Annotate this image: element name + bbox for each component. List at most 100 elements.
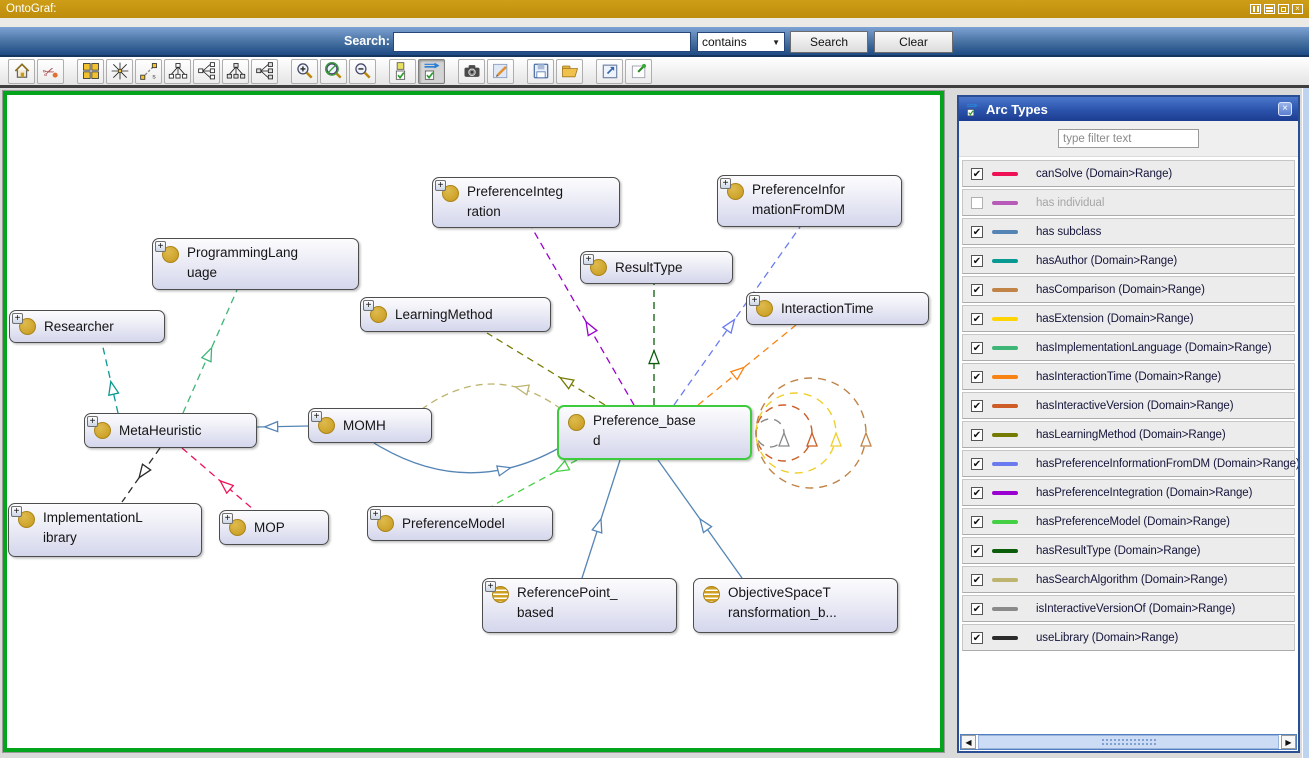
arc-type-checkbox[interactable]: ✔ bbox=[971, 603, 983, 615]
arc-type-row[interactable]: ✔hasPreferenceModel (Domain>Range) bbox=[962, 508, 1295, 535]
export-button[interactable] bbox=[596, 59, 623, 84]
expand-icon[interactable]: + bbox=[435, 180, 446, 191]
arc-type-row[interactable]: ✔hasExtension (Domain>Range) bbox=[962, 305, 1295, 332]
arc-type-row[interactable]: ✔hasResultType (Domain>Range) bbox=[962, 537, 1295, 564]
arc-type-checkbox[interactable]: ✔ bbox=[971, 226, 983, 238]
save-button[interactable] bbox=[527, 59, 554, 84]
node-preference-based[interactable]: Preference_based bbox=[557, 405, 752, 460]
scroll-right-icon[interactable]: ▶ bbox=[1281, 735, 1296, 749]
node-objective-space-transformation[interactable]: ObjectiveSpaceTransformation_b... bbox=[693, 578, 898, 633]
arc-type-row[interactable]: ✔hasAuthor (Domain>Range) bbox=[962, 247, 1295, 274]
edit-layout-button[interactable] bbox=[487, 59, 514, 84]
arc-type-row[interactable]: ✔hasSearchAlgorithm (Domain>Range) bbox=[962, 566, 1295, 593]
horizontal-scrollbar[interactable]: ◀ ▶ bbox=[960, 734, 1297, 750]
minimize-icon[interactable] bbox=[1264, 4, 1275, 14]
home-button[interactable] bbox=[8, 59, 35, 84]
arc-type-row[interactable]: ✔hasPreferenceIntegration (Domain>Range) bbox=[962, 479, 1295, 506]
tree-vertical-alpha-button[interactable] bbox=[222, 59, 249, 84]
close-icon[interactable]: × bbox=[1278, 102, 1292, 116]
arc-type-row[interactable]: ✔hasInteractionTime (Domain>Range) bbox=[962, 363, 1295, 390]
arc-type-row[interactable]: ✔hasPreferenceInformationFromDM (Domain>… bbox=[962, 450, 1295, 477]
arc-type-checkbox[interactable]: ✔ bbox=[971, 487, 983, 499]
arc-type-checkbox[interactable]: ✔ bbox=[971, 313, 983, 325]
node-reference-point-based[interactable]: +ReferencePoint_based bbox=[482, 578, 677, 633]
expand-icon[interactable]: + bbox=[222, 513, 233, 524]
arc-type-checkbox[interactable]: ✔ bbox=[971, 632, 983, 644]
expand-icon[interactable]: + bbox=[311, 411, 322, 422]
graph-canvas[interactable]: +PreferenceIntegration +PreferenceInforma… bbox=[2, 90, 945, 753]
arc-type-checkbox[interactable]: ✔ bbox=[971, 255, 983, 267]
arc-type-row[interactable]: ✔hasInteractiveVersion (Domain>Range) bbox=[962, 392, 1295, 419]
title-bar[interactable]: OntoGraf: × bbox=[0, 0, 1309, 18]
node-implementation-library[interactable]: +ImplementationLibrary bbox=[8, 503, 202, 557]
arc-type-checkbox[interactable]: ✔ bbox=[971, 516, 983, 528]
node-preference-model[interactable]: +PreferenceModel bbox=[367, 506, 553, 541]
snapshot-button[interactable] bbox=[458, 59, 485, 84]
detach-icon[interactable] bbox=[1250, 4, 1261, 14]
zoom-reset-button[interactable] bbox=[320, 59, 347, 84]
zoom-out-button[interactable] bbox=[349, 59, 376, 84]
arc-type-checkbox[interactable]: ✔ bbox=[971, 342, 983, 354]
arc-type-row[interactable]: ✔isInteractiveVersionOf (Domain>Range) bbox=[962, 595, 1295, 622]
search-input[interactable] bbox=[393, 32, 691, 52]
maximize-icon[interactable] bbox=[1278, 4, 1289, 14]
node-researcher[interactable]: +Researcher bbox=[9, 310, 165, 343]
arc-type-checkbox[interactable]: ✔ bbox=[971, 168, 983, 180]
expand-icon[interactable]: + bbox=[363, 300, 374, 311]
scrollbar-thumb[interactable] bbox=[978, 735, 1279, 749]
node-programming-language[interactable]: +ProgrammingLanguage bbox=[152, 238, 359, 290]
arc-type-row[interactable]: ✔canSolve (Domain>Range) bbox=[962, 160, 1295, 187]
search-mode-dropdown[interactable]: contains ▼ bbox=[697, 32, 785, 52]
close-icon[interactable]: × bbox=[1292, 4, 1303, 14]
export-pin-button[interactable] bbox=[625, 59, 652, 84]
layout-scissors-button[interactable]: ✂ bbox=[37, 59, 64, 84]
tree-horizontal-alpha-button[interactable] bbox=[251, 59, 278, 84]
arc-type-checkbox[interactable]: ✔ bbox=[971, 545, 983, 557]
arc-type-row[interactable]: ✔hasImplementationLanguage (Domain>Range… bbox=[962, 334, 1295, 361]
arc-type-checkbox[interactable] bbox=[971, 197, 983, 209]
node-interaction-time[interactable]: +InteractionTime bbox=[746, 292, 929, 325]
zoom-in-button[interactable] bbox=[291, 59, 318, 84]
node-preference-integration[interactable]: +PreferenceIntegration bbox=[432, 177, 620, 228]
arc-type-row[interactable]: ✔has subclass bbox=[962, 218, 1295, 245]
radial-layout-button[interactable] bbox=[106, 59, 133, 84]
arc-type-checkbox[interactable]: ✔ bbox=[971, 400, 983, 412]
grid-layout-button[interactable] bbox=[77, 59, 104, 84]
node-result-type[interactable]: +ResultType bbox=[580, 251, 733, 284]
arc-type-checkbox[interactable]: ✔ bbox=[971, 458, 983, 470]
expand-icon[interactable]: + bbox=[749, 295, 760, 306]
type-filter-input[interactable] bbox=[1058, 129, 1199, 148]
arc-panel-header[interactable]: Arc Types × bbox=[959, 97, 1298, 121]
clear-button[interactable]: Clear bbox=[874, 31, 953, 53]
expand-icon[interactable]: + bbox=[583, 254, 594, 265]
arc-type-checkbox[interactable]: ✔ bbox=[971, 429, 983, 441]
tree-horizontal-button[interactable] bbox=[193, 59, 220, 84]
scroll-left-icon[interactable]: ◀ bbox=[961, 735, 976, 749]
expand-icon[interactable]: + bbox=[11, 506, 22, 517]
open-button[interactable] bbox=[556, 59, 583, 84]
arc-type-row[interactable]: ✔hasComparison (Domain>Range) bbox=[962, 276, 1295, 303]
expand-icon[interactable]: + bbox=[155, 241, 166, 252]
expand-icon[interactable]: + bbox=[370, 509, 381, 520]
expand-icon[interactable]: + bbox=[720, 178, 731, 189]
arc-type-row[interactable]: has individual bbox=[962, 189, 1295, 216]
node-mop[interactable]: +MOP bbox=[219, 510, 329, 545]
arc-type-row[interactable]: ✔hasLearningMethod (Domain>Range) bbox=[962, 421, 1295, 448]
spring-layout-button[interactable]: s bbox=[135, 59, 162, 84]
window-edge-scrollbar[interactable] bbox=[1302, 88, 1309, 758]
node-meta-heuristic[interactable]: +MetaHeuristic bbox=[84, 413, 257, 448]
search-button[interactable]: Search bbox=[790, 31, 868, 53]
node-preference-information-from-dm[interactable]: +PreferenceInformationFromDM bbox=[717, 175, 902, 227]
node-learning-method[interactable]: +LearningMethod bbox=[360, 297, 551, 332]
tree-vertical-button[interactable] bbox=[164, 59, 191, 84]
arc-type-checkbox[interactable]: ✔ bbox=[971, 371, 983, 383]
expand-icon[interactable]: + bbox=[485, 581, 496, 592]
arc-type-row[interactable]: ✔useLibrary (Domain>Range) bbox=[962, 624, 1295, 651]
node-types-button[interactable] bbox=[389, 59, 416, 84]
arc-types-button[interactable] bbox=[418, 59, 445, 84]
expand-icon[interactable]: + bbox=[12, 313, 23, 324]
arc-type-checkbox[interactable]: ✔ bbox=[971, 284, 983, 296]
arc-type-checkbox[interactable]: ✔ bbox=[971, 574, 983, 586]
expand-icon[interactable]: + bbox=[87, 416, 98, 427]
node-momh[interactable]: +MOMH bbox=[308, 408, 432, 443]
